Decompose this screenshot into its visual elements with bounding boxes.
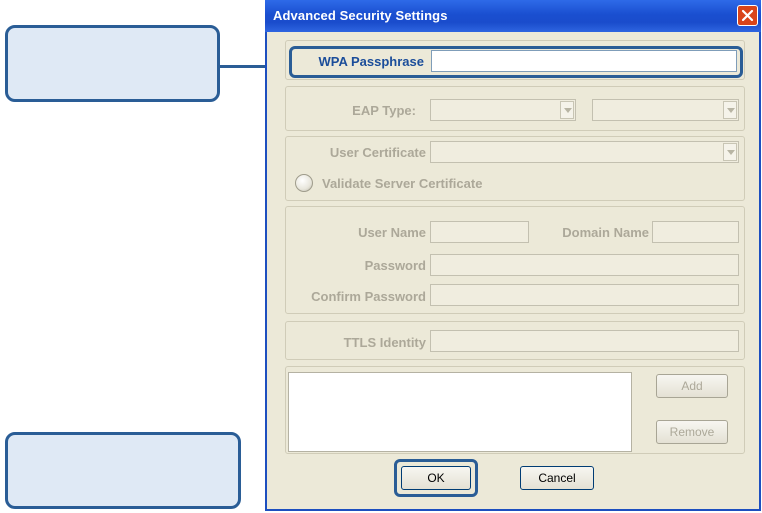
- callout-box-bottom: [5, 432, 241, 509]
- certificate-group: User Certificate Validate Server Certifi…: [285, 136, 745, 201]
- domain-name-field[interactable]: [652, 221, 739, 243]
- remove-button[interactable]: Remove: [656, 420, 728, 444]
- credentials-group: User Name Domain Name Password Confirm P…: [285, 206, 745, 314]
- dialog-title: Advanced Security Settings: [273, 8, 448, 23]
- ttls-group: TTLS Identity: [285, 321, 745, 360]
- user-name-label: User Name: [358, 225, 426, 240]
- eap-subtype-select[interactable]: [592, 99, 739, 121]
- wpa-highlight-ring: [289, 46, 743, 78]
- cancel-button[interactable]: Cancel: [520, 466, 594, 490]
- eap-subtype-dropdown-arrow[interactable]: [723, 101, 737, 119]
- confirm-password-input[interactable]: [431, 285, 738, 305]
- confirm-password-field[interactable]: [430, 284, 739, 306]
- close-icon: [741, 9, 754, 22]
- validate-server-radio[interactable]: [295, 174, 313, 192]
- chevron-down-icon: [564, 108, 572, 113]
- certificate-list[interactable]: [288, 372, 632, 452]
- domain-name-input[interactable]: [653, 222, 738, 242]
- password-field[interactable]: [430, 254, 739, 276]
- confirm-password-label: Confirm Password: [311, 289, 426, 304]
- eap-type-dropdown-arrow[interactable]: [560, 101, 574, 119]
- ttls-identity-label: TTLS Identity: [343, 335, 426, 350]
- advanced-security-dialog: Advanced Security Settings WPA Passphras…: [265, 0, 761, 511]
- validate-server-label: Validate Server Certificate: [322, 176, 483, 191]
- chevron-down-icon: [727, 108, 735, 113]
- eap-group: EAP Type:: [285, 86, 745, 131]
- callout-box-top: [5, 25, 220, 102]
- eap-type-label: EAP Type:: [352, 103, 416, 118]
- title-bar[interactable]: Advanced Security Settings: [265, 0, 761, 32]
- ok-button[interactable]: OK: [401, 466, 471, 490]
- ttls-identity-input[interactable]: [431, 331, 738, 351]
- user-certificate-select[interactable]: [430, 141, 739, 163]
- password-label: Password: [364, 258, 426, 273]
- user-certificate-label: User Certificate: [329, 145, 426, 160]
- user-name-field[interactable]: [430, 221, 529, 243]
- chevron-down-icon: [727, 150, 735, 155]
- password-input[interactable]: [431, 255, 738, 275]
- user-certificate-dropdown-arrow[interactable]: [723, 143, 737, 161]
- ttls-identity-field[interactable]: [430, 330, 739, 352]
- eap-type-select[interactable]: [430, 99, 576, 121]
- domain-name-label: Domain Name: [562, 225, 649, 240]
- certificate-list-group: Add Remove: [285, 366, 745, 454]
- add-button[interactable]: Add: [656, 374, 728, 398]
- user-name-input[interactable]: [431, 222, 528, 242]
- close-button[interactable]: [737, 5, 758, 26]
